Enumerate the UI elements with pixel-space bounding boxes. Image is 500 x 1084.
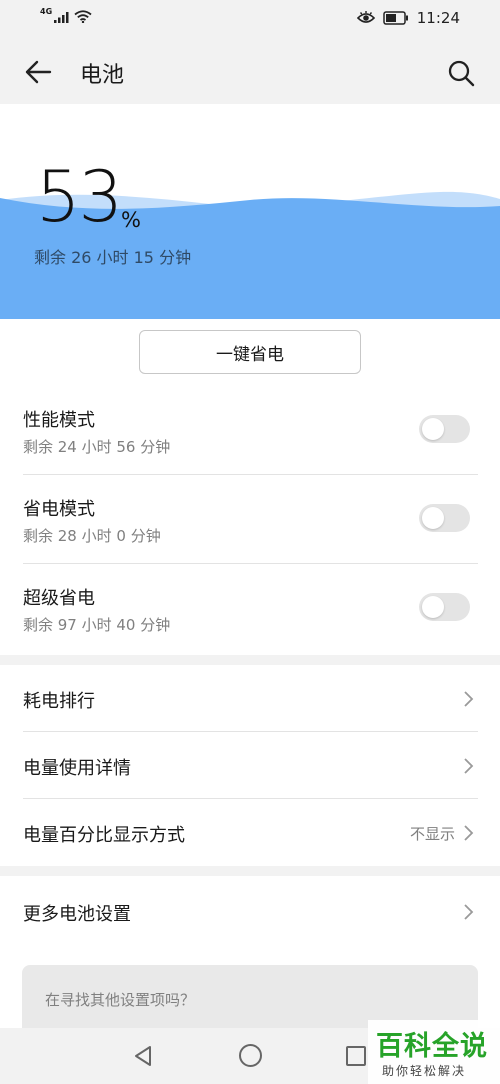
nav-item-value: 不显示 xyxy=(409,825,455,843)
status-left: 4G xyxy=(40,7,92,23)
toggle-knob xyxy=(422,596,444,618)
watermark-subtitle: 助你轻松解决 xyxy=(382,1064,467,1078)
chevron-right-icon xyxy=(464,691,474,707)
mode-remaining: 剩余 24 小时 56 分钟 xyxy=(23,438,171,456)
status-right: 11:24 xyxy=(356,9,460,27)
chevron-right-icon xyxy=(464,904,474,920)
arrow-left-icon xyxy=(25,60,52,84)
search-button[interactable] xyxy=(444,56,478,90)
mode-remaining: 剩余 97 小时 40 分钟 xyxy=(23,616,171,634)
nav-item-usage-details[interactable]: 电量使用详情 xyxy=(0,732,500,799)
search-icon xyxy=(448,60,475,87)
nav-item-label: 更多电池设置 xyxy=(23,904,131,925)
mode-row-ultra-saving[interactable]: 超级省电 剩余 97 小时 40 分钟 xyxy=(0,565,500,654)
battery-level-card: 53 % 剩余 26 小时 15 分钟 xyxy=(0,104,500,319)
mode-remaining: 剩余 28 小时 0 分钟 xyxy=(23,527,161,545)
ultra-saving-mode-toggle[interactable] xyxy=(419,593,470,621)
nav-item-label: 耗电排行 xyxy=(23,691,95,712)
mode-row-performance[interactable]: 性能模式 剩余 24 小时 56 分钟 xyxy=(0,387,500,476)
page-title: 电池 xyxy=(80,63,125,88)
nav-item-label: 电量使用详情 xyxy=(23,758,131,779)
mode-title: 省电模式 xyxy=(23,499,95,520)
performance-mode-toggle[interactable] xyxy=(419,415,470,443)
nav-item-percentage-display[interactable]: 电量百分比显示方式 不显示 xyxy=(0,799,500,866)
wifi-icon xyxy=(74,10,92,23)
search-suggestion-card[interactable]: 在寻找其他设置项吗？ xyxy=(22,965,478,1028)
mode-title: 超级省电 xyxy=(23,588,95,609)
eye-icon xyxy=(356,11,375,23)
battery-percent-sign: % xyxy=(121,208,141,232)
chevron-right-icon xyxy=(464,825,474,841)
watermark-logo: 百科全说 助你轻松解决 xyxy=(368,1020,500,1084)
status-time: 11:24 xyxy=(416,9,460,27)
watermark-title: 百科全说 xyxy=(376,1031,488,1062)
power-modes-section: 一键省电 性能模式 剩余 24 小时 56 分钟 省电模式 剩余 28 小时 0… xyxy=(0,319,500,655)
home-circle-icon[interactable] xyxy=(239,1044,262,1067)
signal-icon xyxy=(54,11,69,23)
chevron-right-icon xyxy=(464,758,474,774)
toggle-knob xyxy=(422,418,444,440)
battery-icon xyxy=(383,11,408,25)
battery-percent: 53 xyxy=(36,156,123,238)
back-triangle-icon[interactable] xyxy=(132,1044,154,1068)
back-button[interactable] xyxy=(20,56,56,88)
battery-remaining-time: 剩余 26 小时 15 分钟 xyxy=(34,248,192,267)
recent-square-icon[interactable] xyxy=(346,1046,366,1066)
app-header: 电池 xyxy=(0,38,500,104)
mode-row-power-saving[interactable]: 省电模式 剩余 28 小时 0 分钟 xyxy=(0,476,500,565)
nav-item-more-battery-settings[interactable]: 更多电池设置 xyxy=(0,878,500,945)
status-bar: 4G 11:24 xyxy=(0,0,500,38)
nav-item-label: 电量百分比显示方式 xyxy=(23,825,185,846)
divider xyxy=(23,474,478,475)
divider xyxy=(23,563,478,564)
search-suggestion-text: 在寻找其他设置项吗？ xyxy=(45,991,196,1009)
power-saving-mode-toggle[interactable] xyxy=(419,504,470,532)
battery-details-section: 耗电排行 电量使用详情 电量百分比显示方式 不显示 xyxy=(0,665,500,866)
toggle-knob xyxy=(422,507,444,529)
network-type-label: 4G xyxy=(40,7,53,16)
one-key-save-button[interactable]: 一键省电 xyxy=(139,330,361,374)
mode-title: 性能模式 xyxy=(23,410,95,431)
nav-item-power-ranking[interactable]: 耗电排行 xyxy=(0,665,500,732)
